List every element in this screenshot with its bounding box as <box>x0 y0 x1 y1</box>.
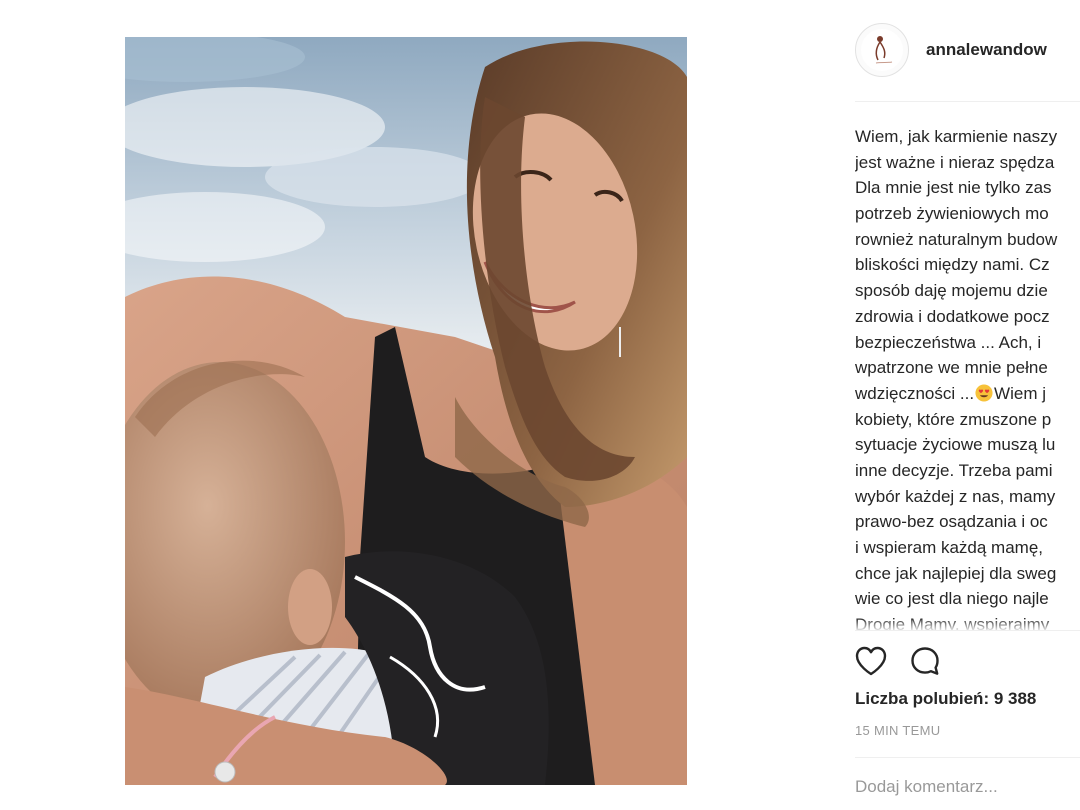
caption-line: kobiety, które zmuszone p <box>855 409 1052 429</box>
caption-line: wie co jest dla niego najle <box>855 589 1049 609</box>
avatar[interactable] <box>855 23 909 77</box>
likes-count[interactable]: Liczba polubień: 9 388 <box>855 689 1036 709</box>
comment-button[interactable] <box>907 643 943 679</box>
post-actions <box>853 643 943 679</box>
post-timestamp[interactable]: 15 MIN TEMU <box>855 723 940 738</box>
like-button[interactable] <box>853 643 889 679</box>
caption-line: rownież naturalnym budow <box>855 229 1058 249</box>
caption-text: wdzięczności ... <box>855 383 975 403</box>
heart-outline-icon <box>855 646 887 676</box>
divider <box>855 101 1080 102</box>
caption-line: sposób daję mojemu dzie <box>855 281 1048 301</box>
caption-line: potrzeb żywieniowych mo <box>855 204 1049 224</box>
post-sidebar: annalewandow Wiem, jak karmienie naszy j… <box>838 0 1080 810</box>
avatar-logo-icon <box>861 29 903 71</box>
post-caption: Wiem, jak karmienie naszy jest ważne i n… <box>855 124 1080 630</box>
divider <box>855 757 1080 758</box>
caption-line: bliskości między nami. Cz <box>855 255 1050 275</box>
instagram-post-page: annalewandow Wiem, jak karmienie naszy j… <box>0 0 1080 810</box>
caption-line: inne decyzje. Trzeba pami <box>855 460 1053 480</box>
caption-text: Wiem j <box>994 383 1046 403</box>
caption-line: jest ważne i nieraz spędza <box>855 152 1055 172</box>
caption-line: zdrowia i dodatkowe pocz <box>855 306 1050 326</box>
caption-line: sytuacje życiowe muszą lu <box>855 435 1056 455</box>
photo-illustration <box>125 37 687 785</box>
heart-eyes-emoji-icon <box>975 384 993 402</box>
caption-line-with-emoji: wdzięczności ... Wiem j <box>855 381 1080 407</box>
caption-line: bezpieczeństwa ... Ach, i <box>855 332 1042 352</box>
caption-line: wybór każdej z nas, mamy <box>855 486 1056 506</box>
divider <box>855 630 1080 631</box>
username[interactable]: annalewandow <box>926 40 1047 60</box>
caption-line: i wspieram każdą mamę, <box>855 538 1044 557</box>
caption-line: wpatrzone we mnie pełne <box>855 358 1048 378</box>
caption-line: Wiem, jak karmienie naszy <box>855 127 1058 146</box>
comment-input[interactable] <box>855 774 1080 800</box>
speech-bubble-icon <box>911 647 939 675</box>
caption-line: Dla mnie jest nie tylko zas <box>855 178 1052 198</box>
post-photo[interactable] <box>125 37 687 785</box>
post-header: annalewandow <box>855 22 1080 78</box>
caption-line: prawo-bez osądzania i oc <box>855 512 1048 532</box>
caption-line: chce jak najlepiej dla sweg <box>855 563 1057 583</box>
